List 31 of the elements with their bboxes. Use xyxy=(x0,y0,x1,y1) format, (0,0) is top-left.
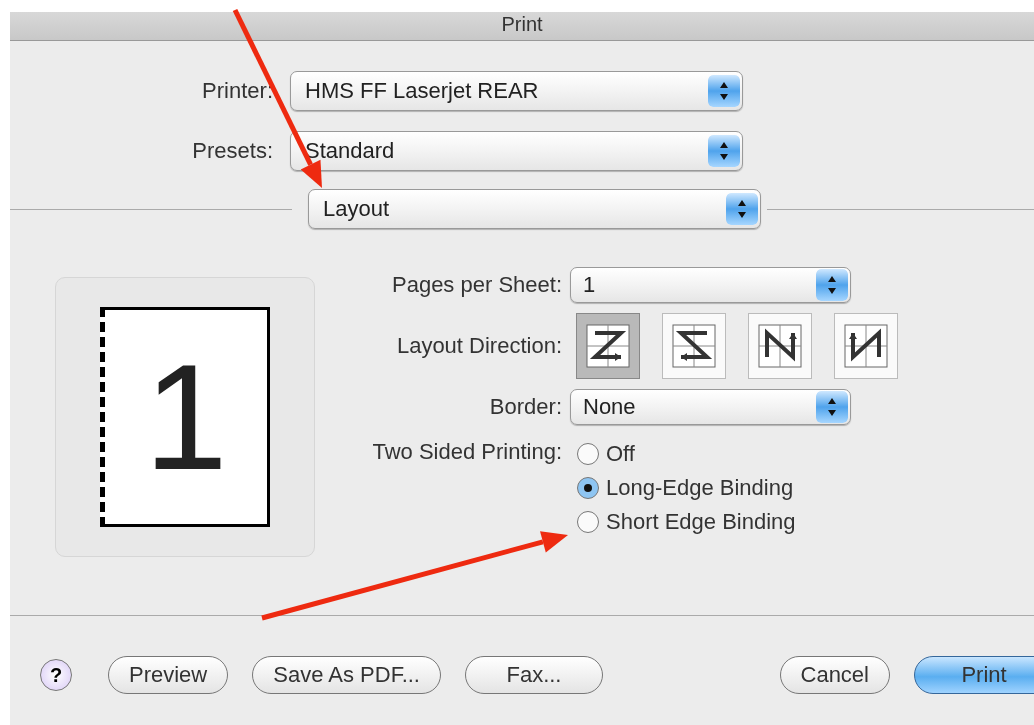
stepper-icon xyxy=(708,135,740,167)
popup-menu[interactable]: None xyxy=(570,389,851,425)
radio-option[interactable]: Off xyxy=(576,441,796,467)
help-button[interactable]: ? xyxy=(40,659,72,691)
popup-menu[interactable]: Layout xyxy=(308,189,761,229)
field-label: Two Sided Printing: xyxy=(371,439,563,465)
layout-direction-button[interactable] xyxy=(662,313,726,379)
popup-menu[interactable]: Standard xyxy=(290,131,743,171)
field-label: Pages per Sheet: xyxy=(391,272,563,298)
layout-direction-button[interactable] xyxy=(748,313,812,379)
field-label: Printer: xyxy=(201,78,274,104)
layout-direction-button[interactable] xyxy=(834,313,898,379)
field-label: Presets: xyxy=(191,138,274,164)
dialog-button[interactable]: Preview xyxy=(108,656,229,694)
popup-menu[interactable]: HMS FF Laserjet REAR xyxy=(290,71,743,111)
save-pdf-button[interactable]: Save As PDF... xyxy=(252,656,441,694)
window-title: Print xyxy=(501,14,543,34)
cancel-button[interactable]: Cancel xyxy=(779,656,890,694)
stepper-icon xyxy=(708,75,740,107)
layout-direction-button[interactable] xyxy=(576,313,640,379)
page-number: 1 xyxy=(144,342,228,492)
dialog-button[interactable]: Fax... xyxy=(465,656,603,694)
field-label: Border: xyxy=(488,394,563,420)
field-label: Layout Direction: xyxy=(395,333,563,359)
stepper-icon xyxy=(726,193,758,225)
popup-menu[interactable]: 1 xyxy=(570,267,851,303)
radio-option[interactable]: Short Edge Binding xyxy=(576,509,796,535)
stepper-icon xyxy=(816,391,848,423)
stepper-icon xyxy=(816,269,848,301)
print-button[interactable]: Print xyxy=(914,656,1034,694)
radio-option[interactable]: Long-Edge Binding xyxy=(576,475,796,501)
